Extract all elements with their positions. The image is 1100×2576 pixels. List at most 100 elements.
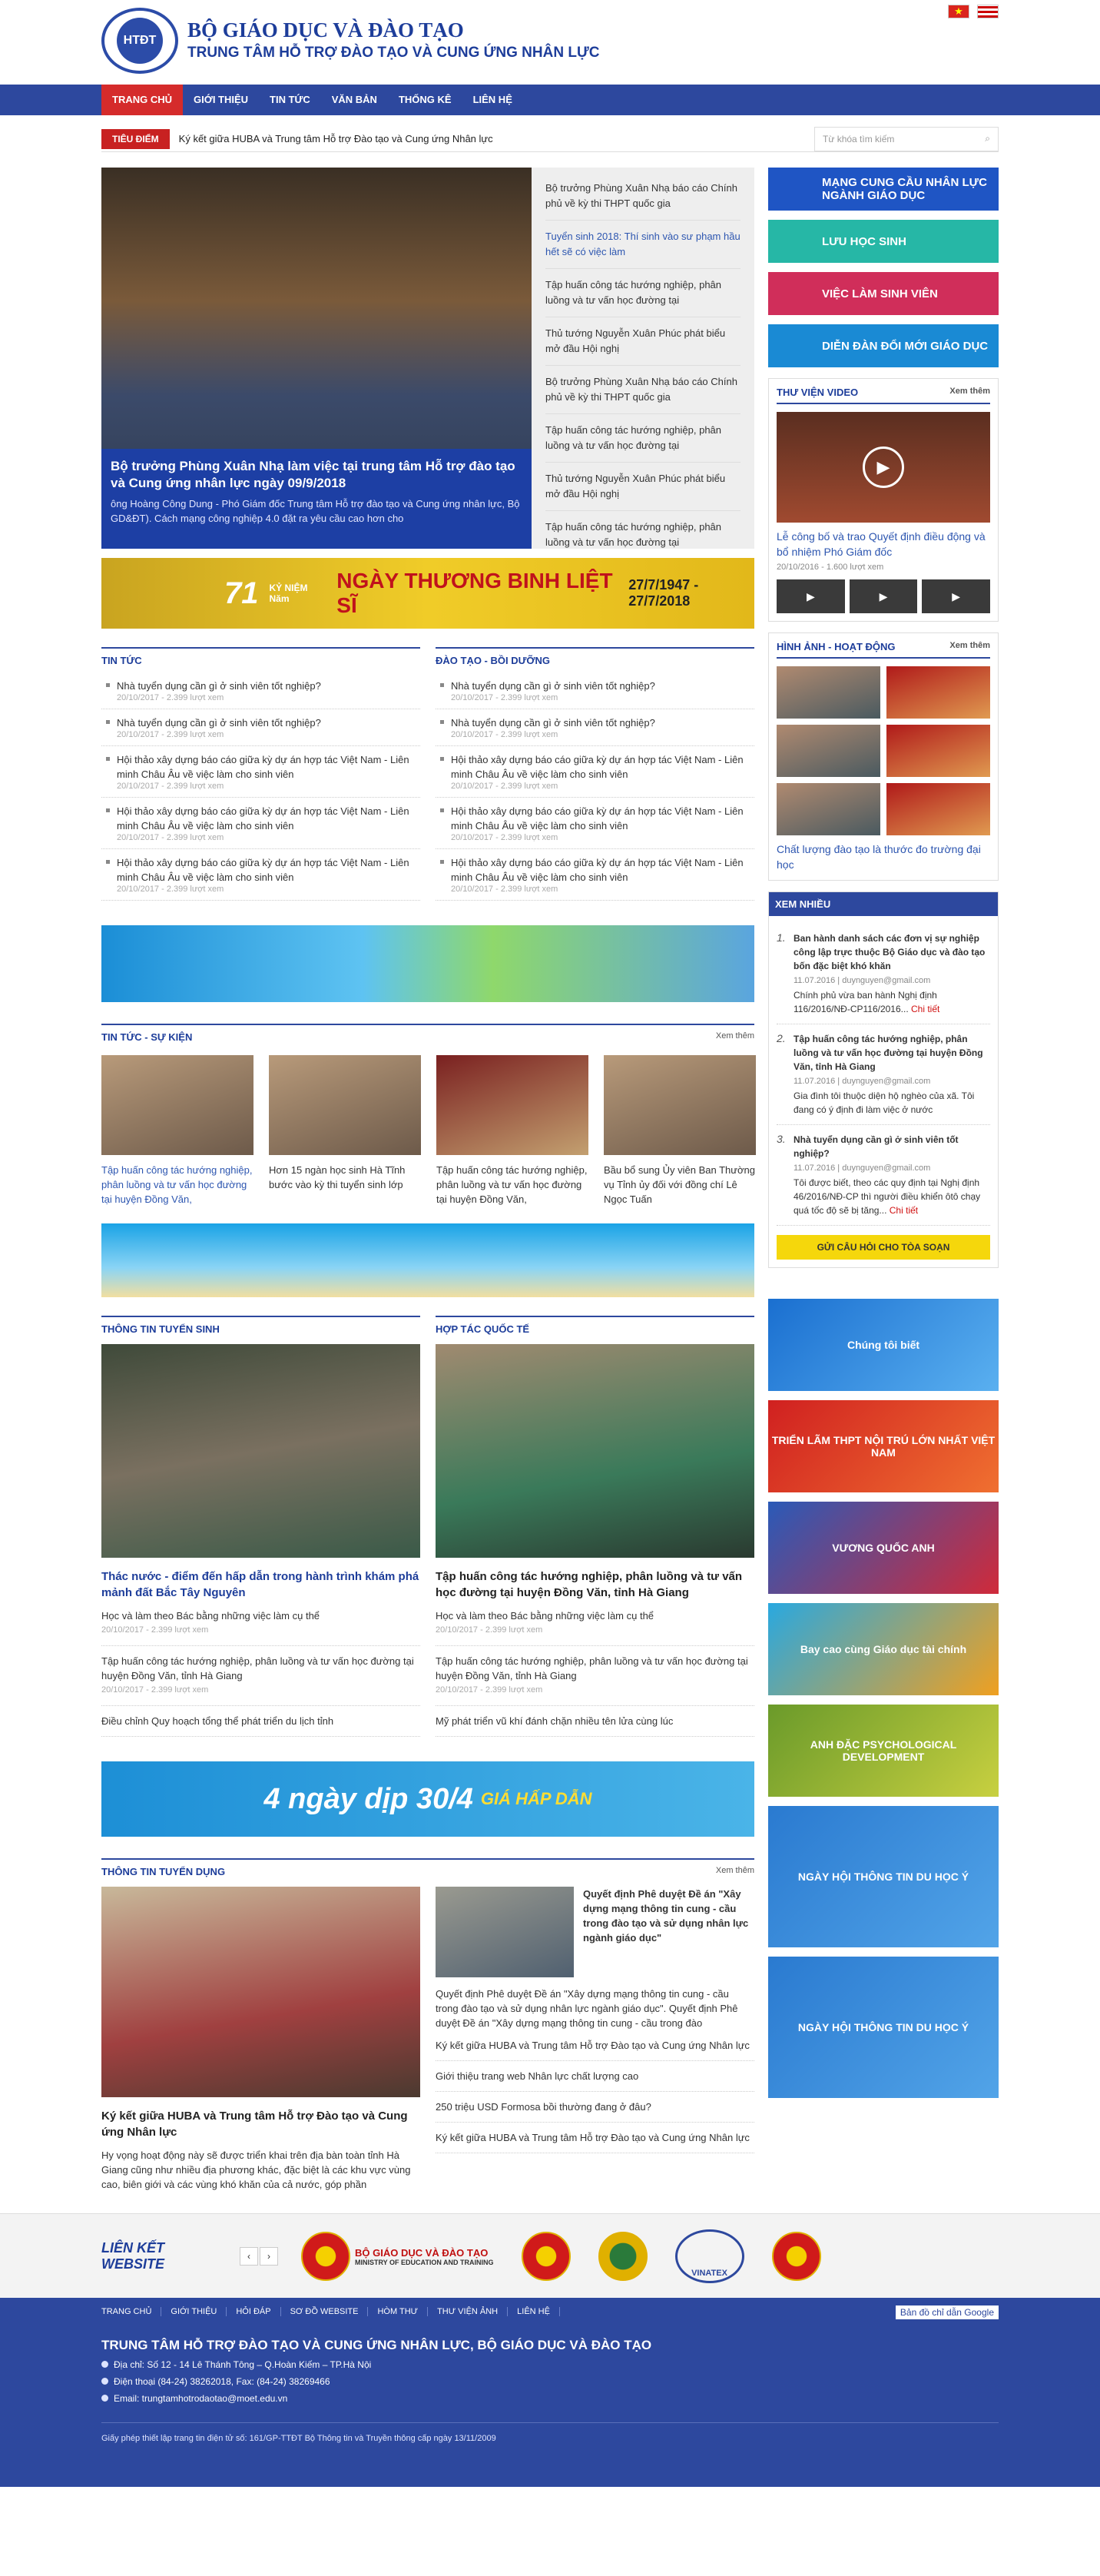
gallery-thumb[interactable] <box>886 666 990 719</box>
emblem-logo[interactable] <box>771 2232 821 2281</box>
carousel-item[interactable]: Bầu bổ sung Ủy viên Ban Thường vụ Tỉnh ủ… <box>604 1055 756 1207</box>
footer-link[interactable]: HỎI ĐÁP <box>227 2307 281 2316</box>
carousel-item[interactable]: Tập huấn công tác hướng nghiệp, phân luồ… <box>101 1055 253 1207</box>
ad-banner[interactable]: TRIỂN LÃM THPT NỘI TRÚ LỚN NHẤT VIỆT NAM <box>768 1400 999 1492</box>
item-title[interactable]: Hội thảo xây dựng báo cáo giữa kỳ dự án … <box>117 855 420 885</box>
list-item[interactable]: Học và làm theo Bác bằng những việc làm … <box>436 1601 754 1646</box>
item-title[interactable]: Nhà tuyển dụng cần gì ở sinh viên tốt ng… <box>451 679 754 693</box>
english-flag-icon[interactable] <box>977 5 999 18</box>
nav-news[interactable]: TIN TỨC <box>259 85 321 115</box>
search-box[interactable]: Từ khóa tìm kiếm ⌕ <box>814 126 999 151</box>
search-input[interactable]: Từ khóa tìm kiếm <box>823 134 894 144</box>
jobs-feature-title[interactable]: Ký kết giữa HUBA và Trung tâm Hỗ trợ Đào… <box>101 2108 420 2140</box>
beach-banner[interactable] <box>101 1223 754 1297</box>
jobs-side-image[interactable] <box>436 1887 574 1977</box>
emblem-logo[interactable] <box>598 2232 648 2281</box>
ad-banner[interactable]: Bay cao cùng Giáo dục tài chính <box>768 1603 999 1695</box>
intl-feature-title[interactable]: Tập huấn công tác hướng nghiệp, phân luồ… <box>436 1569 754 1601</box>
footer-link[interactable]: LIÊN HỆ <box>508 2307 560 2316</box>
slider-list-item[interactable]: Tuyển sinh 2018: Thí sinh vào sư phạm hầ… <box>545 221 741 269</box>
slider-list-item[interactable]: Tập huấn công tác hướng nghiệp, phân luồ… <box>545 511 741 549</box>
google-map-link[interactable]: Bản đồ chỉ dẫn Google <box>895 2305 999 2319</box>
footer-link[interactable]: HÒM THƯ <box>368 2307 429 2316</box>
section-title[interactable]: THƯ VIỆN VIDEO <box>777 387 858 398</box>
slider-list-item[interactable]: Bộ trưởng Phùng Xuân Nhạ báo cáo Chính p… <box>545 172 741 221</box>
list-item[interactable]: Ký kết giữa HUBA và Trung tâm Hỗ trợ Đào… <box>436 2123 754 2153</box>
event-caption[interactable]: Hơn 15 ngàn học sinh Hà Tĩnh bước vào kỳ… <box>269 1163 421 1192</box>
list-item[interactable]: Hội thảo xây dựng báo cáo giữa kỳ dự án … <box>436 849 754 901</box>
list-item[interactable]: Hội thảo xây dựng báo cáo giữa kỳ dự án … <box>436 798 754 849</box>
slider-list-item[interactable]: Thủ tướng Nguyễn Xuân Phúc phát biểu mở … <box>545 463 741 511</box>
section-title[interactable]: TIN TỨC - SỰ KIỆN <box>101 1031 192 1043</box>
nav-about[interactable]: GIỚI THIỆU <box>183 85 259 115</box>
item-title[interactable]: Hội thảo xây dựng báo cáo giữa kỳ dự án … <box>451 855 754 885</box>
list-item[interactable]: Điều chỉnh Quy hoạch tổng thể phát triển… <box>101 1706 420 1737</box>
ad-banner[interactable]: ANH ĐẶC PSYCHOLOGICAL DEVELOPMENT <box>768 1705 999 1797</box>
section-title[interactable]: THÔNG TIN TUYỂN DỤNG <box>101 1866 225 1877</box>
detail-link[interactable]: Chi tiết <box>911 1004 939 1014</box>
prev-arrow-icon[interactable]: ‹ <box>240 2247 258 2266</box>
slider-list-item[interactable]: Bộ trưởng Phùng Xuân Nhạ báo cáo Chính p… <box>545 366 741 414</box>
video-thumb[interactable]: ▶ <box>777 579 845 613</box>
event-caption[interactable]: Bầu bổ sung Ủy viên Ban Thường vụ Tỉnh ủ… <box>604 1163 756 1207</box>
item-title[interactable]: Hội thảo xây dựng báo cáo giữa kỳ dự án … <box>117 804 420 833</box>
more-link[interactable]: Xem thêm <box>949 387 990 398</box>
search-icon[interactable]: ⌕ <box>985 133 990 144</box>
gallery-thumb[interactable] <box>777 666 880 719</box>
section-title[interactable]: TIN TỨC <box>101 655 142 666</box>
gallery-thumb[interactable] <box>886 783 990 835</box>
more-link[interactable]: Xem thêm <box>716 1866 754 1877</box>
gallery-caption[interactable]: Chất lượng đào tạo là thước đo trường đạ… <box>777 842 990 872</box>
item-title[interactable]: Tập huấn công tác hướng nghiệp, phân luồ… <box>794 1032 990 1074</box>
ticker-text[interactable]: Ký kết giữa HUBA và Trung tâm Hỗ trợ Đào… <box>179 133 814 144</box>
widget-students-abroad[interactable]: LƯU HỌC SINH <box>768 220 999 263</box>
moet-logo[interactable]: BỘ GIÁO DỤC VÀ ĐÀO TẠO MINISTRY OF EDUCAT… <box>301 2232 494 2281</box>
event-image[interactable] <box>436 1055 588 1155</box>
jobs-image[interactable] <box>101 1887 420 2097</box>
list-item[interactable]: Ký kết giữa HUBA và Trung tâm Hỗ trợ Đào… <box>436 2030 754 2061</box>
carousel-item[interactable]: Tập huấn công tác hướng nghiệp, phân luồ… <box>436 1055 588 1207</box>
memorial-banner[interactable]: 71 KỶ NIỆM Năm NGÀY THƯƠNG BINH LIỆT SĨ … <box>101 558 754 629</box>
vietnam-flag-icon[interactable]: ★ <box>948 5 969 18</box>
widget-student-jobs[interactable]: VIỆC LÀM SINH VIÊN <box>768 272 999 315</box>
item-title[interactable]: Hội thảo xây dựng báo cáo giữa kỳ dự án … <box>117 752 420 782</box>
intl-image[interactable] <box>436 1344 754 1558</box>
list-item[interactable]: Hội thảo xây dựng báo cáo giữa kỳ dự án … <box>101 746 420 798</box>
list-item[interactable]: Mỹ phát triển vũ khí đánh chặn nhiều tên… <box>436 1706 754 1737</box>
item-title[interactable]: Hội thảo xây dựng báo cáo giữa kỳ dự án … <box>451 752 754 782</box>
more-link[interactable]: Xem thêm <box>949 641 990 652</box>
item-title[interactable]: Ban hành danh sách các đơn vị sự nghiệp … <box>794 931 990 973</box>
detail-link[interactable]: Chi tiết <box>890 1205 918 1216</box>
list-item[interactable]: Tập huấn công tác hướng nghiệp, phân luồ… <box>101 1646 420 1706</box>
gallery-thumb[interactable] <box>886 725 990 777</box>
event-image[interactable] <box>269 1055 421 1155</box>
list-item[interactable]: Nhà tuyển dụng cần gì ở sinh viên tốt ng… <box>436 672 754 709</box>
admissions-image[interactable] <box>101 1344 420 1558</box>
event-image[interactable] <box>604 1055 756 1155</box>
footer-link[interactable]: SƠ ĐỒ WEBSITE <box>281 2307 369 2316</box>
list-item[interactable]: 250 triệu USD Formosa bồi thường đang ở … <box>436 2092 754 2123</box>
section-title[interactable]: HỢP TÁC QUỐC TẾ <box>436 1323 529 1335</box>
video-thumb[interactable]: ▶ <box>922 579 991 613</box>
next-arrow-icon[interactable]: › <box>260 2247 278 2266</box>
list-item[interactable]: 2. Tập huấn công tác hướng nghiệp, phân l… <box>777 1024 990 1125</box>
emblem-logo[interactable] <box>521 2232 571 2281</box>
featured-image[interactable]: Bộ trưởng Phùng Xuân Nhạ làm việc tại tr… <box>101 168 532 549</box>
list-item[interactable]: 3. Nhà tuyển dụng cần gì ở sinh viên tốt … <box>777 1125 990 1226</box>
list-item[interactable]: Hội thảo xây dựng báo cáo giữa kỳ dự án … <box>101 798 420 849</box>
ad-banner[interactable]: VƯƠNG QUỐC ANH <box>768 1502 999 1594</box>
gallery-thumb[interactable] <box>777 725 880 777</box>
list-item[interactable]: Giới thiệu trang web Nhân lực chất lượng… <box>436 2061 754 2092</box>
travel-banner[interactable]: 4 ngày dịp 30/4 GIÁ HẤP DẪN <box>101 1761 754 1837</box>
widget-education-forum[interactable]: DIỄN ĐÀN ĐỔI MỚI GIÁO DỤC <box>768 324 999 367</box>
video-caption[interactable]: Lễ công bố và trao Quyết định điều động … <box>777 529 990 559</box>
ad-banner[interactable]: Chúng tôi biết <box>768 1299 999 1391</box>
section-title[interactable]: HÌNH ẢNH - HOẠT ĐỘNG <box>777 641 896 652</box>
event-caption[interactable]: Tập huấn công tác hướng nghiệp, phân luồ… <box>436 1163 588 1207</box>
nav-contact[interactable]: LIÊN HỆ <box>462 85 523 115</box>
book-banner[interactable] <box>101 925 754 1002</box>
item-title[interactable]: Nhà tuyển dụng cần gì ở sinh viên tốt ng… <box>794 1133 990 1160</box>
nav-home[interactable]: TRANG CHỦ <box>101 85 183 115</box>
slider-list-item[interactable]: Tập huấn công tác hướng nghiệp, phân luồ… <box>545 414 741 463</box>
brand-title[interactable]: BỘ GIÁO DỤC VÀ ĐÀO TẠO <box>187 18 464 42</box>
